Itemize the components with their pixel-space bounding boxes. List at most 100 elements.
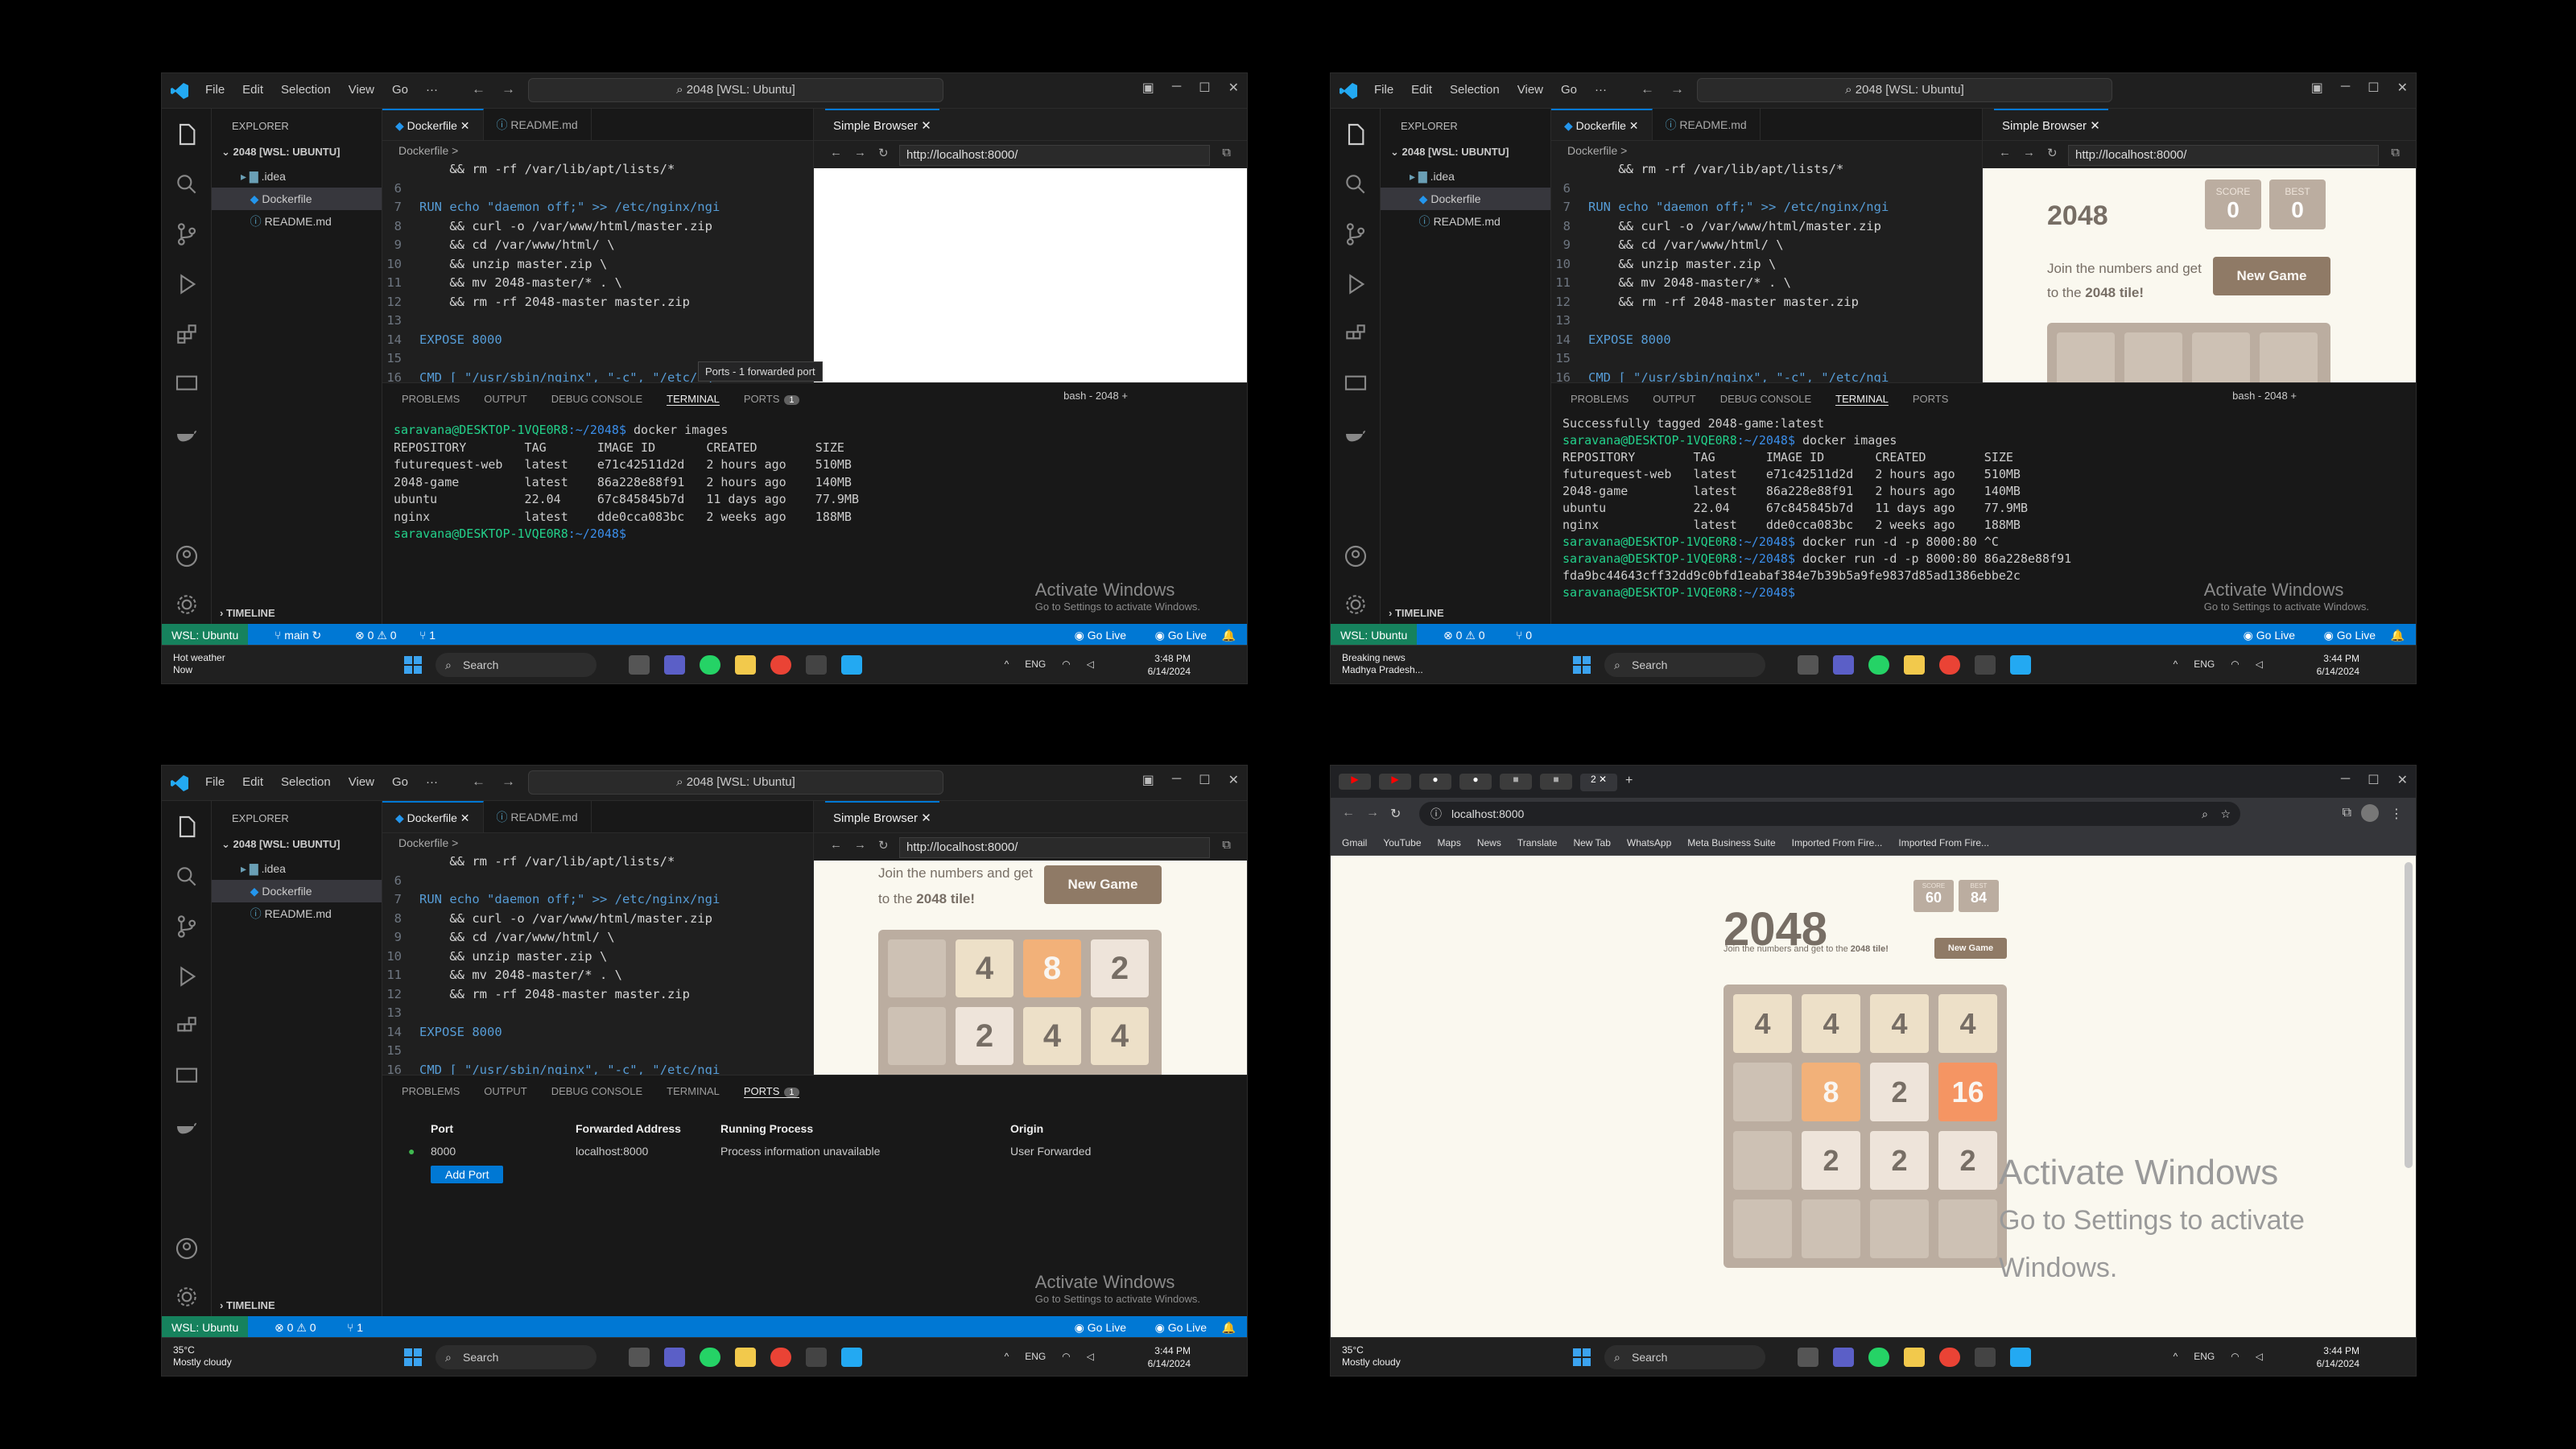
task-view-icon[interactable] [1798, 655, 1818, 675]
menu-file[interactable]: File [205, 775, 225, 789]
files-icon[interactable] [174, 814, 200, 840]
tab-github-icon[interactable]: ● [1459, 774, 1492, 790]
files-icon[interactable] [1343, 122, 1368, 147]
run-debug-icon[interactable] [174, 964, 200, 989]
clock[interactable]: 3:48 PM 6/14/2024 [1148, 652, 1191, 678]
minimize-icon[interactable]: ─ [2341, 80, 2350, 96]
terminal-instance[interactable]: bash - 2048 + [1063, 390, 1128, 402]
vscode-app-icon[interactable] [841, 1348, 862, 1367]
game-2048-view[interactable]: Join the numbers and get to the 2048 til… [814, 861, 1247, 1075]
lang-indicator[interactable]: ENG [2194, 658, 2215, 670]
back-icon[interactable]: ← [1342, 806, 1355, 820]
files-icon[interactable] [174, 122, 200, 147]
file-explorer-icon[interactable] [1904, 1348, 1925, 1367]
bell-icon[interactable]: 🔔 [1222, 624, 1236, 646]
bookmark-item[interactable]: WhatsApp [1627, 830, 1671, 855]
menu-view[interactable]: View [1517, 83, 1543, 97]
close-icon[interactable]: ✕ [2397, 772, 2408, 788]
remote-indicator[interactable]: WSL: Ubuntu [162, 1316, 249, 1339]
teams-icon[interactable] [664, 1348, 685, 1367]
go-live-button-2[interactable]: ◉ Go Live [1155, 1316, 1207, 1339]
problems-indicator[interactable]: ⊗ 0 ⚠ 0 [275, 1316, 316, 1339]
new-game-button[interactable]: New Game [2213, 257, 2330, 295]
open-external-icon[interactable]: ⧉ [1222, 146, 1231, 159]
menu-more[interactable]: ··· [426, 83, 438, 97]
menu-more[interactable]: ··· [1595, 83, 1607, 97]
docker-icon[interactable] [174, 421, 200, 447]
bookmark-item[interactable]: Imported From Fire... [1898, 830, 1989, 855]
tab-debug-console[interactable]: DEBUG CONSOLE [1720, 393, 1811, 406]
code-editor[interactable]: && rm -rf /var/lib/apt/lists/* 6 7 RUN echo… [382, 852, 813, 1080]
close-icon[interactable]: ✕ [2397, 80, 2408, 96]
tab-page-icon[interactable]: ■ [1500, 774, 1532, 790]
timeline-section[interactable]: › TIMELINE [1389, 607, 1444, 619]
tab-active-2048[interactable]: 2 ✕ [1580, 774, 1617, 791]
chrome-icon[interactable] [770, 1348, 791, 1367]
profile-avatar[interactable] [2361, 804, 2379, 822]
chevron-up-icon[interactable]: ^ [1005, 1351, 1009, 1362]
go-live-button-2[interactable]: ◉ Go Live [2324, 624, 2376, 646]
teams-icon[interactable] [1833, 1348, 1854, 1367]
bookmark-item[interactable]: Gmail [1342, 830, 1367, 855]
page-2048[interactable]: 2048 SCORE 60 BEST 84 Join the numbers a… [1331, 856, 2416, 1302]
settings-gear-icon[interactable] [174, 592, 200, 617]
whatsapp-icon[interactable] [1868, 1348, 1889, 1367]
tab-problems[interactable]: PROBLEMS [402, 393, 460, 406]
search-icon[interactable] [1343, 171, 1368, 197]
ports-table-row[interactable]: ● 8000 localhost:8000 Process informatio… [408, 1145, 1091, 1158]
tab-ports[interactable]: PORTS [1913, 393, 1949, 406]
taskbar-search[interactable]: ⌕ Search [1604, 1345, 1765, 1369]
extensions-icon[interactable] [1343, 321, 1368, 347]
layout-icon[interactable]: ▣ [1142, 772, 1154, 788]
tab-dockerfile[interactable]: ◆ Dockerfile ✕ [382, 109, 484, 140]
url-input[interactable]: http://localhost:8000/ [899, 837, 1210, 858]
scrollbar[interactable] [2405, 862, 2413, 1168]
menu-edit[interactable]: Edit [242, 775, 263, 789]
whatsapp-icon[interactable] [700, 655, 720, 675]
bookmark-item[interactable]: Meta Business Suite [1687, 830, 1775, 855]
tree-item-idea[interactable]: ▸ ▇ .idea [212, 165, 382, 188]
close-tab-icon[interactable]: ✕ [460, 119, 470, 132]
bell-icon[interactable]: 🔔 [2391, 624, 2405, 646]
explorer-root[interactable]: ⌄ 2048 [WSL: UBUNTU] [1390, 146, 1509, 159]
explorer-root[interactable]: ⌄ 2048 [WSL: UBUNTU] [221, 146, 340, 159]
tab-problems[interactable]: PROBLEMS [1571, 393, 1629, 406]
file-explorer-icon[interactable] [735, 655, 756, 675]
timeline-section[interactable]: › TIMELINE [220, 607, 275, 619]
go-live-button[interactable]: ◉ Go Live [2244, 624, 2295, 646]
forward-icon[interactable]: → [854, 146, 866, 159]
teams-icon[interactable] [664, 655, 685, 675]
url-input[interactable]: http://localhost:8000/ [899, 145, 1210, 166]
maximize-icon[interactable]: ☐ [1199, 80, 1210, 96]
go-live-button-2[interactable]: ◉ Go Live [1155, 624, 1207, 646]
add-port-button[interactable]: Add Port [431, 1166, 504, 1183]
terminal-app-icon[interactable] [806, 1348, 827, 1367]
clock[interactable]: 3:44 PM 6/14/2024 [2317, 652, 2359, 678]
close-tab-icon[interactable]: ✕ [460, 811, 470, 824]
tab-ports[interactable]: PORTS 1 [743, 1085, 799, 1098]
tab-page-icon[interactable]: ■ [1540, 774, 1572, 790]
menu-more[interactable]: ··· [426, 775, 438, 789]
account-icon[interactable] [174, 543, 200, 569]
volume-icon[interactable]: ◁ [2256, 658, 2263, 670]
tab-github-icon[interactable]: ● [1419, 774, 1451, 790]
tab-youtube-icon[interactable]: ▶ [1379, 774, 1411, 790]
account-icon[interactable] [174, 1236, 200, 1261]
ports-indicator[interactable]: ⑂ 0 [1516, 624, 1532, 646]
reload-icon[interactable]: ↻ [878, 838, 889, 852]
source-control-icon[interactable] [174, 221, 200, 247]
bookmark-item[interactable]: Maps [1438, 830, 1461, 855]
menu-file[interactable]: File [1374, 83, 1393, 97]
menu-edit[interactable]: Edit [1411, 83, 1432, 97]
go-live-button[interactable]: ◉ Go Live [1075, 624, 1126, 646]
zoom-icon[interactable]: ⌕ [2202, 802, 2208, 826]
search-icon[interactable] [174, 864, 200, 890]
search-icon[interactable] [174, 171, 200, 197]
clock[interactable]: 3:44 PM 6/14/2024 [2317, 1344, 2359, 1370]
back-arrow-icon[interactable]: ← [472, 81, 485, 97]
terminal-instance[interactable]: bash - 2048 + [2232, 390, 2297, 402]
menu-file[interactable]: File [205, 83, 225, 97]
tab-dockerfile[interactable]: ◆ Dockerfile ✕ [1551, 109, 1653, 140]
branch-indicator[interactable]: ⑂ main ↻ [275, 624, 321, 646]
file-explorer-icon[interactable] [1904, 655, 1925, 675]
